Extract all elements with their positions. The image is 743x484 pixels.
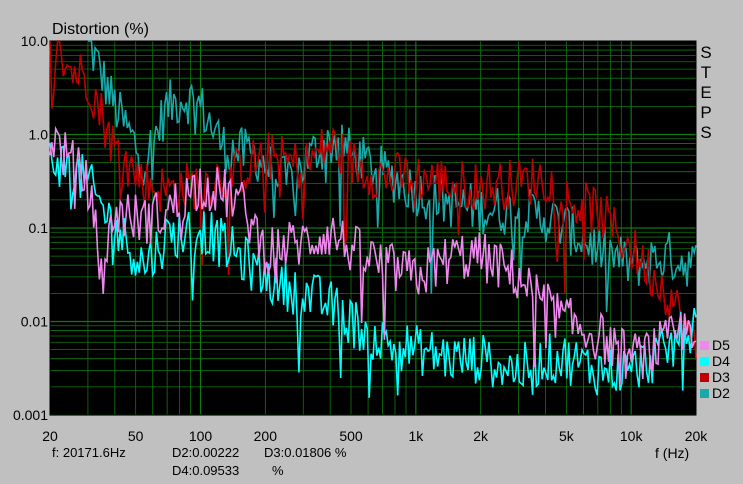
readout-d4: D4:0.09533 bbox=[172, 463, 240, 478]
x-tick-label: 500 bbox=[339, 428, 363, 444]
x-tick-labels: 20 50 100 200 500 1k 2k 5k 10k 20k bbox=[42, 428, 708, 444]
x-tick-label: 5k bbox=[559, 428, 575, 444]
x-tick-label: 200 bbox=[254, 428, 278, 444]
x-tick-label: 10k bbox=[620, 428, 644, 444]
y-tick-labels: 10.0 1.0 0.1 0.01 0.001 bbox=[13, 33, 48, 423]
steps-letter: S bbox=[700, 123, 711, 142]
y-tick-label: 0.01 bbox=[21, 314, 48, 330]
steps-letter: T bbox=[701, 63, 711, 82]
x-tick-label: 100 bbox=[189, 428, 213, 444]
legend-swatch-d3 bbox=[700, 373, 709, 382]
distortion-chart: Distortion (%) 10.0 1.0 0.1 0.01 0.001 20 50 1… bbox=[13, 21, 730, 461]
readout-d2: D2:0.00222 bbox=[172, 445, 240, 460]
steps-side-label: STEPS bbox=[700, 43, 711, 142]
y-tick-label: 1.0 bbox=[29, 127, 49, 143]
legend-label-d3: D3 bbox=[712, 369, 730, 385]
readout-d4-unit: % bbox=[272, 463, 284, 478]
x-tick-label: 2k bbox=[473, 428, 489, 444]
steps-letter: P bbox=[700, 103, 711, 122]
y-tick-label: 0.001 bbox=[13, 407, 48, 423]
distortion-analyzer-window: Distortion (%) 10.0 1.0 0.1 0.01 0.001 20 50 1… bbox=[0, 0, 743, 484]
legend-label-d2: D2 bbox=[712, 385, 730, 401]
x-tick-label: 20k bbox=[685, 428, 709, 444]
legend-swatch-d4 bbox=[700, 357, 709, 366]
steps-letter: S bbox=[700, 43, 711, 62]
x-tick-label: 20 bbox=[42, 428, 58, 444]
legend: D5D4D3D2 bbox=[700, 337, 730, 401]
legend-label-d4: D4 bbox=[712, 353, 730, 369]
legend-swatch-d2 bbox=[700, 389, 709, 398]
readout-frequency: f: 20171.6Hz bbox=[52, 445, 126, 460]
y-tick-label: 10.0 bbox=[21, 33, 48, 49]
steps-letter: E bbox=[700, 83, 711, 102]
legend-label-d5: D5 bbox=[712, 337, 730, 353]
x-tick-label: 50 bbox=[128, 428, 144, 444]
readout-d3: D3:0.01806 % bbox=[264, 445, 347, 460]
chart-title: Distortion (%) bbox=[52, 21, 149, 38]
x-axis-label: f (Hz) bbox=[655, 445, 689, 461]
legend-swatch-d5 bbox=[700, 341, 709, 350]
y-tick-label: 0.1 bbox=[29, 220, 49, 236]
x-tick-label: 1k bbox=[408, 428, 424, 444]
